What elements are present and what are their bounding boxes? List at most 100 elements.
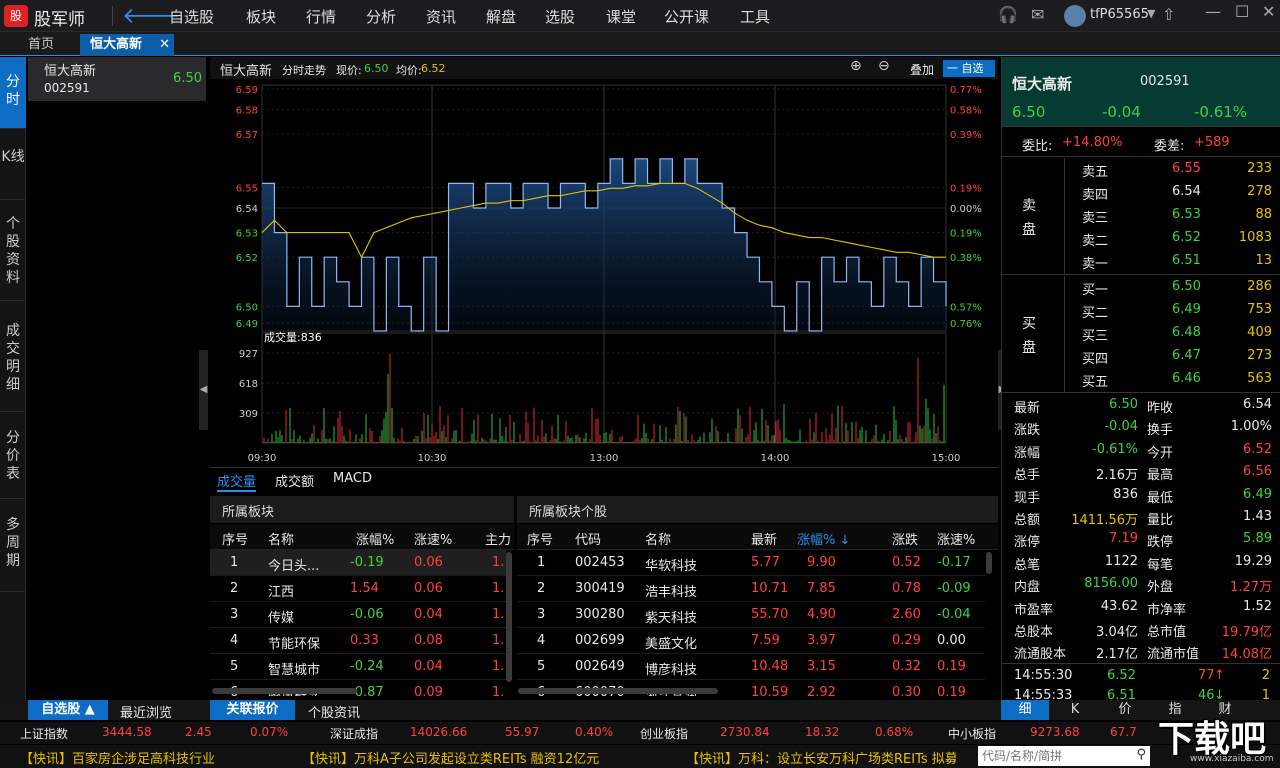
table-row[interactable]: 2 300419 浩丰科技 10.71 7.85 0.78 -0.09 [517,576,985,602]
vtab-trades[interactable]: 成交明细 [0,302,26,412]
cell: 紫天科技 [645,611,698,626]
col-speed[interactable]: 涨速% [937,529,975,548]
table-row[interactable]: 1 今日头... -0.19 0.06 1. [210,550,506,576]
close-icon[interactable]: ✕ [1262,2,1275,21]
menu-open-class[interactable]: 公开课 [664,6,709,27]
stocks-table: 1 002453 华软科技 5.77 9.90 0.52 -0.17 2 300419 浩丰科技 1… [517,550,998,696]
book-volume: 88 [1255,207,1272,222]
col-main[interactable]: 主力 [485,529,511,548]
bottom-tab-recent[interactable]: 最近浏览 [120,702,172,721]
table-row[interactable]: 3 300280 紫天科技 55.70 4.90 2.60 -0.04 [517,602,985,628]
vtab-multi-period[interactable]: 多周期 [0,500,26,592]
news-item-1[interactable]: 【快讯】百家房企涉足高科技行业 [20,748,215,767]
bottom-tab-related[interactable]: 关联报价 [210,700,295,720]
menu-market[interactable]: 行情 [306,6,336,27]
stat-label: 内盘 [1014,580,1041,596]
x-tick-label: 14:00 [761,453,790,464]
close-tab-icon[interactable]: ✕ [159,34,170,56]
quote-price: 6.50 [1012,103,1046,121]
menu-screener[interactable]: 选股 [545,6,575,27]
zoom-in-icon[interactable]: ⊕ [850,58,862,74]
vtab-kline[interactable]: K线 [0,130,26,200]
tab-home[interactable]: 首页 [10,34,72,56]
username[interactable]: tfP65565 [1090,7,1149,22]
collapse-left-icon[interactable]: ◀ [199,350,208,430]
zoom-out-icon[interactable]: ⊖ [878,58,890,74]
vtab-price-table[interactable]: 分价表 [0,413,26,499]
menu-sector[interactable]: 板块 [246,6,276,27]
menu-tools[interactable]: 工具 [740,6,770,27]
table-row[interactable]: 1 002453 华软科技 5.77 9.90 0.52 -0.17 [517,550,985,576]
news-item-3[interactable]: 【快讯】万科：设立长安万科广场类REITs 拟募 [686,748,956,767]
table-row[interactable]: 5 002649 博彦科技 10.48 3.15 0.32 0.19 [517,654,985,680]
table-row[interactable]: 4 节能环保 0.33 0.08 1. [210,628,506,654]
quote-tab[interactable]: K [1051,700,1099,720]
quote-tab[interactable]: 价 [1101,700,1149,720]
watchlist-item[interactable]: 恒大高新 002591 6.50 [28,57,206,101]
h-scrollbar-sector[interactable] [212,688,357,694]
cell: 0.06 [414,555,443,570]
search-input[interactable] [978,746,1128,766]
menu-analysis[interactable]: 分析 [366,6,396,27]
y2-tick-label: 0.76% [950,319,982,330]
bottom-tab-info[interactable]: 个股资讯 [308,702,360,721]
col-speed[interactable]: 涨速% [414,529,452,548]
h-scrollbar[interactable] [518,688,718,694]
add-watchlist-button[interactable]: 一 自选 [943,60,995,77]
tab-stock[interactable]: 恒大高新 ✕ [80,34,174,56]
index-name[interactable]: 深证成指 [330,725,378,742]
stat-value: 14.08亿 [1221,647,1272,663]
overlay-button[interactable]: 叠加 [910,61,934,78]
cell: 2.92 [807,685,836,696]
tab-turnover[interactable]: 成交额 [275,471,314,490]
stat-value: 1.43 [1243,509,1272,524]
maximize-icon[interactable]: ☐ [1235,2,1249,21]
mail-icon[interactable]: ✉ [1031,5,1044,24]
search-icon[interactable]: ⚲ [1136,747,1146,762]
chevron-down-icon[interactable]: ▼ [1147,7,1155,20]
index-name[interactable]: 中小板指 [948,725,996,742]
vtab-profile[interactable]: 个股资料 [0,201,26,301]
search-box[interactable]: ⚲ [978,746,1150,766]
stat-value: 1.52 [1243,598,1272,614]
news-item-2[interactable]: 【快讯】万科A子公司发起设立类REITs 融资12亿元 [302,748,599,767]
sector-table: 1 今日头... -0.19 0.06 1. 2 江西 1.54 0.06 1. 3 传媒 -0.06 0… [210,550,514,696]
book-volume: 563 [1247,371,1272,386]
book-volume: 286 [1247,279,1272,294]
menu-watchlist[interactable]: 自选股 [169,6,214,27]
v-scrollbar-sector[interactable] [506,552,512,682]
v-scrollbar[interactable] [986,552,992,574]
col-chg[interactable]: 涨跌 [892,529,918,548]
tab-macd[interactable]: MACD [333,471,372,486]
chart-mode: 分时走势 [282,64,326,77]
vtab-intraday[interactable]: 分时 [0,57,26,129]
book-level: 卖三 [1082,211,1109,226]
table-row[interactable]: 2 江西 1.54 0.06 1. [210,576,506,602]
headset-icon[interactable]: 🎧 [998,5,1018,24]
table-row[interactable]: 4 002699 美盛文化 7.59 3.97 0.29 0.00 [517,628,985,654]
index-value: 18.32 [805,725,840,739]
col-pct-sorted[interactable]: 涨幅% ↓ [797,529,850,548]
book-price: 6.55 [1172,161,1201,176]
index-name[interactable]: 上证指数 [20,725,68,742]
menu-news[interactable]: 资讯 [426,6,456,27]
menu-commentary[interactable]: 解盘 [486,6,516,27]
tab-volume[interactable]: 成交量 [217,471,257,492]
stat-value: 6.54 [1243,397,1272,412]
tick-volume: 46 [1198,688,1215,700]
avatar[interactable] [1064,5,1086,27]
table-row[interactable]: 5 智慧城市 -0.24 0.04 1. [210,654,506,680]
x-tick-label: 13:00 [590,453,619,464]
index-name[interactable]: 创业板指 [640,725,688,742]
upgrade-icon[interactable]: ⇧ [1162,5,1175,24]
table-row[interactable]: 3 传媒 -0.06 0.04 1. [210,602,506,628]
bottom-tab-watchlist[interactable]: 自选股 ▲ [28,700,108,720]
stat-label: 最低 [1147,490,1174,506]
menu-classroom[interactable]: 课堂 [606,6,636,27]
col-change[interactable]: 涨幅% [356,529,394,548]
intraday-chart[interactable]: 6.59 0.77% 6.58 0.58% 6.57 0.39% 6.55 0.19% 6.54… [210,79,998,467]
minimize-icon[interactable]: — [1205,2,1221,21]
quote-tab[interactable]: 细 [1001,700,1049,720]
col-last[interactable]: 最新 [751,529,777,548]
weibi-value: +14.80% [1062,135,1123,150]
